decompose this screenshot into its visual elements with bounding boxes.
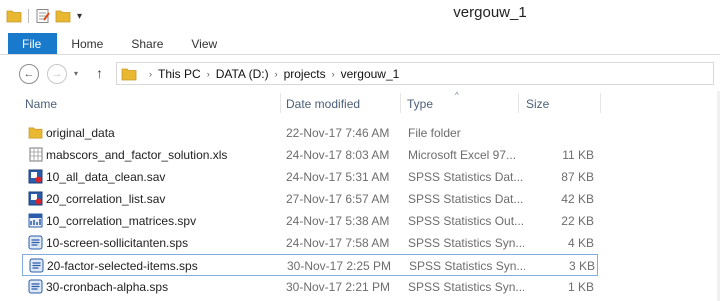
- tab-share[interactable]: Share: [117, 33, 177, 54]
- file-date: 30-Nov-17 2:25 PM: [287, 259, 392, 273]
- breadcrumb-vergouw-1[interactable]: vergouw_1: [341, 67, 400, 81]
- file-date: 30-Nov-17 2:21 PM: [286, 280, 391, 294]
- spss-syntax-icon: [29, 258, 44, 273]
- column-divider[interactable]: [280, 93, 281, 113]
- chevron-right-icon[interactable]: ›: [149, 69, 152, 79]
- ribbon-tabs: File Home Share View: [0, 33, 720, 55]
- back-button[interactable]: ←: [19, 64, 39, 84]
- file-name: 10_correlation_matrices.spv: [46, 214, 197, 228]
- file-date: 24-Nov-17 5:31 AM: [286, 170, 390, 184]
- tab-home[interactable]: Home: [57, 33, 117, 54]
- arrow-right-icon: →: [51, 68, 63, 80]
- breadcrumb-this-pc[interactable]: This PC: [158, 67, 201, 81]
- window-title: vergouw_1: [453, 4, 527, 21]
- tab-file[interactable]: File: [8, 33, 58, 54]
- column-divider[interactable]: [400, 93, 401, 113]
- file-size: 42 KB: [561, 192, 594, 206]
- spss-data-icon: [28, 191, 43, 206]
- list-item[interactable]: 30-cronbach-alpha.sps 30-Nov-17 2:21 PM …: [22, 276, 598, 298]
- file-name: 20_correlation_list.sav: [46, 192, 166, 206]
- recent-locations-dropdown[interactable]: ▾: [74, 69, 78, 78]
- file-size: 87 KB: [561, 170, 594, 184]
- file-date: 24-Nov-17 8:03 AM: [286, 148, 390, 162]
- file-name: 30-cronbach-alpha.sps: [46, 280, 169, 294]
- list-item[interactable]: 10-screen-sollicitanten.sps 24-Nov-17 7:…: [22, 232, 598, 254]
- list-item[interactable]: mabscors_and_factor_solution.xls 24-Nov-…: [22, 144, 598, 166]
- file-size: 3 KB: [568, 259, 595, 273]
- file-size: 22 KB: [561, 214, 594, 228]
- list-item[interactable]: 20_correlation_list.sav 27-Nov-17 6:57 A…: [22, 188, 598, 210]
- navigation-bar: ← → ▾ ↑ › This PC › DATA (D:) › projects…: [0, 55, 720, 91]
- file-date: 27-Nov-17 6:57 AM: [286, 192, 390, 206]
- list-item-selected[interactable]: 20-factor-selected-items.sps 30-Nov-17 2…: [22, 254, 598, 276]
- list-item[interactable]: 10_all_data_clean.sav 24-Nov-17 5:31 AM …: [22, 166, 598, 188]
- breadcrumb-data-drive[interactable]: DATA (D:): [216, 67, 269, 81]
- excel-file-icon: [28, 147, 43, 162]
- spss-data-icon: [28, 169, 43, 184]
- file-type: File folder: [408, 126, 461, 140]
- chevron-right-icon[interactable]: ›: [275, 69, 278, 79]
- file-name: original_data: [46, 126, 115, 140]
- file-size: 1 KB: [567, 280, 594, 294]
- breadcrumb-projects[interactable]: projects: [284, 67, 326, 81]
- up-button[interactable]: ↑: [96, 65, 103, 81]
- column-type[interactable]: Type: [407, 97, 433, 111]
- file-date: 24-Nov-17 5:38 AM: [286, 214, 390, 228]
- column-date-modified[interactable]: Date modified: [286, 97, 360, 111]
- address-bar[interactable]: › This PC › DATA (D:) › projects › vergo…: [116, 62, 714, 85]
- column-name[interactable]: Name: [25, 97, 57, 111]
- spss-syntax-icon: [28, 279, 43, 294]
- column-size[interactable]: Size: [526, 97, 549, 111]
- list-item[interactable]: original_data 22-Nov-17 7:46 AM File fol…: [22, 122, 598, 144]
- file-name: 20-factor-selected-items.sps: [47, 259, 198, 273]
- list-item[interactable]: 10_correlation_matrices.spv 24-Nov-17 5:…: [22, 210, 598, 232]
- tab-view[interactable]: View: [177, 33, 231, 54]
- column-header: Name Date modified Type ^ Size: [0, 91, 720, 116]
- sort-ascending-icon: ^: [455, 91, 459, 100]
- title-bar: ▾ vergouw_1: [0, 0, 720, 33]
- chevron-right-icon[interactable]: ›: [207, 69, 210, 79]
- file-size: 4 KB: [567, 236, 594, 250]
- arrow-left-icon: ←: [23, 68, 35, 80]
- file-date: 24-Nov-17 7:58 AM: [286, 236, 390, 250]
- file-size: 11 KB: [562, 148, 594, 162]
- folder-icon: [121, 67, 137, 81]
- file-date: 22-Nov-17 7:46 AM: [286, 126, 390, 140]
- chevron-right-icon[interactable]: ›: [332, 69, 335, 79]
- folder-icon: [28, 125, 43, 140]
- column-divider[interactable]: [518, 93, 519, 113]
- forward-button[interactable]: →: [47, 64, 67, 84]
- file-name: 10-screen-sollicitanten.sps: [46, 236, 189, 250]
- column-divider[interactable]: [600, 93, 601, 113]
- spss-syntax-icon: [28, 235, 43, 250]
- file-name: 10_all_data_clean.sav: [46, 170, 166, 184]
- file-name: mabscors_and_factor_solution.xls: [46, 148, 228, 162]
- spss-output-icon: [28, 213, 43, 228]
